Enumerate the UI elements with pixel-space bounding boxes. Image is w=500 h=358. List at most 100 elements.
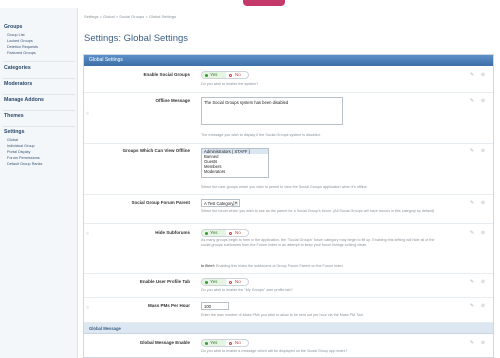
sidebar-item-deletion-requests[interactable]: Deletion Requests — [7, 45, 38, 49]
revert-icon[interactable]: ⊘ — [480, 148, 486, 154]
sidebar-divider — [3, 126, 75, 127]
no-label: No — [235, 279, 241, 284]
sidebar-item-manage-addons[interactable]: Manage Addons — [4, 97, 44, 103]
setting-description: Select the user groups which you wish to… — [201, 185, 368, 189]
setting-row-enable-social-groups: Enable Social Groups Yes No Do you wish … — [84, 66, 493, 93]
sidebar-heading-settings: Settings — [4, 129, 25, 135]
setting-description: Do you wish to enable a message which wi… — [201, 349, 348, 353]
drag-handle-icon[interactable]: ⠿ — [86, 111, 89, 116]
edit-icon[interactable]: ✎ — [469, 340, 475, 346]
panel-title: Global Settings — [89, 57, 123, 63]
yes-no-toggle[interactable]: Yes No — [201, 339, 249, 347]
sidebar-item-portal-display[interactable]: Portal Display — [7, 150, 30, 154]
yes-label: Yes — [210, 279, 218, 284]
setting-description: Do you wish to enable the "My Groups" us… — [201, 288, 293, 292]
in-brief-label: In Brief: — [201, 264, 215, 268]
mass-pms-input[interactable]: 100 — [201, 302, 229, 310]
breadcrumb-item[interactable]: Social Groups — [119, 14, 144, 19]
no-label: No — [235, 230, 241, 235]
sidebar-item-individual-group[interactable]: Individual Group — [7, 144, 35, 148]
sidebar-item-group-list[interactable]: Group List — [7, 33, 25, 37]
drag-handle-icon[interactable]: ⠿ — [86, 231, 89, 236]
revert-icon[interactable]: ⊘ — [480, 340, 486, 346]
yes-no-toggle[interactable]: Yes No — [201, 229, 249, 237]
setting-description: Do you wish to enable the system? — [201, 82, 259, 86]
drag-handle-icon[interactable]: ⠿ — [86, 305, 89, 310]
setting-label: Social Group Forum Parent — [131, 200, 190, 205]
setting-row-global-message-enable: Global Message Enable Yes No Do you wish… — [84, 334, 493, 358]
no-radio-icon[interactable] — [229, 341, 232, 345]
sidebar-divider — [3, 110, 75, 111]
yes-no-toggle[interactable]: Yes No — [201, 278, 249, 286]
setting-row-forum-parent: Social Group Forum Parent A Test Categor… — [84, 195, 493, 224]
panel-header: Global Settings — [84, 55, 493, 66]
edit-icon[interactable]: ✎ — [469, 303, 475, 309]
setting-description: Enter the max number of Mass PMs you wis… — [201, 313, 364, 317]
revert-icon[interactable]: ⊘ — [480, 200, 486, 206]
yes-label: Yes — [210, 340, 218, 345]
edit-icon[interactable]: ✎ — [469, 200, 475, 206]
no-label: No — [235, 72, 241, 77]
setting-row-mass-pms: ⠿ Mass PMs Per Hour 100 Enter the max nu… — [84, 298, 493, 323]
no-radio-icon[interactable] — [229, 231, 232, 235]
no-label: No — [235, 340, 241, 345]
setting-label: Offline Message — [155, 98, 190, 103]
sidebar-item-featured-groups[interactable]: Featured Groups — [7, 51, 36, 55]
sidebar-item-global[interactable]: Global — [7, 138, 18, 142]
no-radio-icon[interactable] — [229, 280, 232, 284]
sidebar-item-categories[interactable]: Categories — [4, 65, 31, 71]
setting-row-profile-tab: Enable User Profile Tab Yes No Do you wi… — [84, 274, 493, 298]
yes-radio-icon — [205, 73, 208, 77]
breadcrumb-item[interactable]: Settings — [84, 14, 98, 19]
yes-radio-icon — [205, 280, 208, 284]
user-groups-listbox[interactable]: Administrators ( STAFF ) Banned Guests M… — [201, 148, 269, 178]
forum-parent-select[interactable]: A Test Category ▼ — [201, 199, 240, 207]
breadcrumb: Settings > Global > Social Groups > Glob… — [84, 14, 176, 19]
setting-label: Enable Social Groups — [143, 72, 190, 77]
sidebar-item-forum-permissions[interactable]: Forum Permissions — [7, 156, 40, 160]
no-radio-icon[interactable] — [229, 73, 232, 77]
sidebar-divider — [3, 94, 75, 95]
top-bar — [0, 0, 500, 8]
revert-icon[interactable]: ⊘ — [480, 279, 486, 285]
yes-label: Yes — [210, 72, 218, 77]
offline-message-textarea[interactable]: The Social Groups system has been disabl… — [201, 97, 343, 125]
edit-icon[interactable]: ✎ — [469, 72, 475, 78]
settings-panel: Global Settings Enable Social Groups Yes… — [83, 54, 494, 358]
sidebar-item-moderators[interactable]: Moderators — [4, 81, 32, 87]
sidebar-divider — [3, 78, 75, 79]
select-value: A Test Category — [204, 201, 234, 206]
edit-icon[interactable]: ✎ — [469, 98, 475, 104]
chevron-down-icon: ▼ — [233, 201, 238, 206]
setting-label: Hide Subforums — [155, 230, 190, 235]
breadcrumb-item[interactable]: Global — [103, 14, 115, 19]
setting-row-hide-subforums: ⠿ Hide Subforums Yes No As many groups b… — [84, 224, 493, 274]
sidebar-item-themes[interactable]: Themes — [4, 113, 24, 119]
revert-icon[interactable]: ⊘ — [480, 98, 486, 104]
setting-label: Enable User Profile Tab — [139, 279, 190, 284]
setting-label: Global Message Enable — [139, 340, 190, 345]
sidebar-item-locked-groups[interactable]: Locked Groups — [7, 39, 33, 43]
revert-icon[interactable]: ⊘ — [480, 230, 486, 236]
sidebar-divider — [3, 61, 75, 62]
setting-row-offline-message: ⠿ Offline Message The Social Groups syst… — [84, 93, 493, 144]
active-tab-indicator[interactable] — [243, 0, 285, 6]
revert-icon[interactable]: ⊘ — [480, 72, 486, 78]
revert-icon[interactable]: ⊘ — [480, 303, 486, 309]
edit-icon[interactable]: ✎ — [469, 279, 475, 285]
breadcrumb-item[interactable]: Global Settings — [149, 14, 176, 19]
page-title: Settings: Global Settings — [84, 33, 189, 44]
yes-radio-icon — [205, 341, 208, 345]
setting-row-view-offline: Groups Which Can View Offline Administra… — [84, 144, 493, 195]
sidebar-item-default-group-ranks[interactable]: Default Group Ranks — [7, 162, 42, 166]
yes-no-toggle[interactable]: Yes No — [201, 71, 249, 79]
section-header-global-message: Global Message — [84, 323, 493, 334]
in-brief-note: In Brief: Enabling this hides the subfor… — [201, 264, 343, 268]
listbox-option[interactable]: Moderators — [202, 169, 268, 174]
sidebar: Groups Group List Locked Groups Deletion… — [0, 8, 78, 358]
edit-icon[interactable]: ✎ — [469, 148, 475, 154]
section-title: Global Message — [89, 326, 121, 331]
in-brief-text: Enabling this hides the subforums of Gro… — [215, 264, 344, 268]
edit-icon[interactable]: ✎ — [469, 230, 475, 236]
yes-radio-icon — [205, 231, 208, 235]
